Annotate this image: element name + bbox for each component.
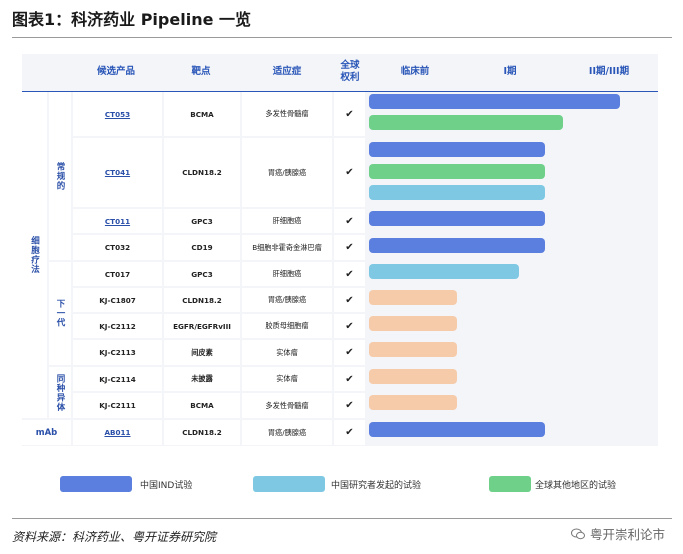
cell-indication: 多发性骨髓瘤 — [242, 92, 332, 136]
header-preclinical: 临床前 — [400, 65, 430, 77]
cell-candidate: KJ-C2113 — [73, 340, 162, 365]
pipeline-bar — [369, 211, 545, 226]
cell-indication: 实体瘤 — [242, 340, 332, 365]
legend-label-china-ind: 中国IND试验 — [140, 481, 193, 491]
cell-target: CLDN18.2 — [164, 420, 240, 445]
header-phase2-3: II期/III期 — [588, 65, 630, 77]
legend-label-investigator: 中国研究者发起的试验 — [331, 481, 422, 491]
pipeline-bar — [369, 185, 545, 200]
cell-candidate: KJ-C2111 — [73, 393, 162, 418]
cell-check: ✔ — [334, 420, 365, 445]
legend-label-global-other: 全球其他地区的试验 — [535, 481, 617, 491]
cell-target: CLDN18.2 — [164, 138, 240, 207]
pipeline-bar — [369, 94, 620, 109]
cell-check: ✔ — [334, 92, 365, 136]
header-phase1: I期 — [503, 65, 517, 77]
group-allogeneic-label: 同种异体 — [55, 373, 65, 412]
cell-candidate[interactable]: CT053 — [73, 92, 162, 136]
header-target: 靶点 — [191, 65, 211, 77]
pipeline-bar — [369, 316, 457, 331]
cell-indication: B细胞非霍奇金淋巴瘤 — [242, 235, 332, 260]
source-note: 资料来源：科济药业、粤开证券研究院 — [12, 530, 217, 544]
cell-target: 未披露 — [164, 367, 240, 391]
legend-swatch-china-ind — [60, 476, 132, 492]
cell-indication: 胶质母细胞瘤 — [242, 314, 332, 338]
group-autologous-label: 常规的 — [55, 161, 65, 191]
cell-check: ✔ — [334, 209, 365, 233]
cell-check: ✔ — [334, 288, 365, 312]
header-indication: 适应症 — [272, 65, 302, 77]
wechat-icon — [570, 528, 585, 539]
cell-target: CLDN18.2 — [164, 288, 240, 312]
cell-check: ✔ — [334, 262, 365, 286]
cell-check: ✔ — [334, 367, 365, 391]
cell-target: BCMA — [164, 393, 240, 418]
pipeline-bar — [369, 142, 545, 157]
group-mab: mAb — [22, 420, 71, 445]
cell-candidate: KJ-C2114 — [73, 367, 162, 391]
cell-check: ✔ — [334, 393, 365, 418]
pipeline-bar — [369, 264, 519, 279]
watermark: 粤开崇利论市 — [570, 524, 665, 543]
cell-check: ✔ — [334, 314, 365, 338]
pipeline-bar — [369, 369, 457, 384]
group-mab-label: mAb — [35, 427, 58, 438]
cell-candidate: KJ-C1807 — [73, 288, 162, 312]
cell-target: 间皮素 — [164, 340, 240, 365]
cell-target: BCMA — [164, 92, 240, 136]
cell-candidate[interactable]: CT041 — [73, 138, 162, 207]
group-cell-therapy-label: 细胞疗法 — [29, 236, 40, 274]
title-divider — [12, 37, 672, 38]
pipeline-bar — [369, 342, 457, 357]
cell-indication: 肝细胞癌 — [242, 209, 332, 233]
watermark-text: 粤开崇利论市 — [589, 527, 665, 542]
cell-indication: 肝细胞癌 — [242, 262, 332, 286]
footer-divider — [12, 518, 672, 519]
cell-target: GPC3 — [164, 262, 240, 286]
header-rights: 全球 权利 — [340, 59, 360, 83]
cell-indication: 多发性骨髓瘤 — [242, 393, 332, 418]
legend-swatch-investigator — [253, 476, 325, 492]
pipeline-bar — [369, 395, 457, 410]
cell-candidate[interactable]: AB011 — [73, 420, 162, 445]
cell-candidate: CT017 — [73, 262, 162, 286]
pipeline-bar — [369, 422, 545, 437]
cell-check: ✔ — [334, 235, 365, 260]
page-title: 图表1：科济药业 Pipeline 一览 — [12, 10, 252, 29]
pipeline-bar — [369, 115, 563, 130]
pipeline-bar — [369, 290, 457, 305]
pipeline-bar — [369, 238, 545, 253]
cell-indication: 胃癌/胰腺癌 — [242, 288, 332, 312]
pipeline-bar — [369, 164, 545, 179]
cell-check: ✔ — [334, 340, 365, 365]
legend-swatch-global-other — [489, 476, 531, 492]
header-candidate: 候选产品 — [96, 65, 135, 77]
cell-indication: 实体瘤 — [242, 367, 332, 391]
cell-candidate[interactable]: CT011 — [73, 209, 162, 233]
group-cell-therapy: 细胞疗法 — [22, 92, 47, 418]
cell-target: GPC3 — [164, 209, 240, 233]
cell-target: CD19 — [164, 235, 240, 260]
cell-target: EGFR/EGFRvIII — [164, 314, 240, 338]
group-allogeneic: 同种异体 — [49, 367, 71, 418]
cell-candidate: CT032 — [73, 235, 162, 260]
cell-indication: 胃癌/胰腺癌 — [242, 420, 332, 445]
cell-indication: 胃癌/胰腺癌 — [242, 138, 332, 207]
group-autologous: 常规的 — [49, 92, 71, 260]
cell-candidate: KJ-C2112 — [73, 314, 162, 338]
cell-check: ✔ — [334, 138, 365, 207]
group-next-gen-label: 下一代 — [55, 299, 65, 328]
group-next-gen: 下一代 — [49, 262, 71, 365]
pipeline-table: 候选产品 靶点 适应症 全球 权利 临床前 I期 II期/III期 细胞疗法 常… — [22, 54, 658, 446]
